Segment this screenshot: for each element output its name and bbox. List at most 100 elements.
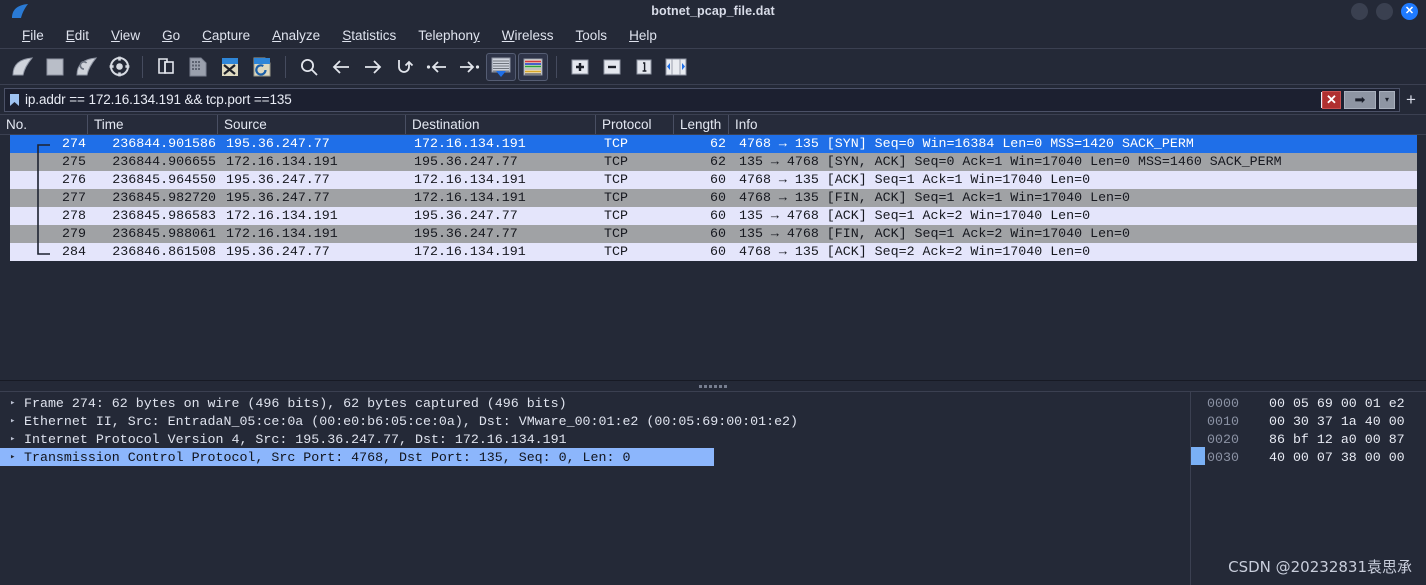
detail-row-ipv4[interactable]: ▸ Internet Protocol Version 4, Src: 195.… xyxy=(0,430,1190,448)
close-button[interactable]: ✕ xyxy=(1401,3,1418,20)
packet-row-276[interactable]: 276 236845.964550 195.36.247.77 172.16.1… xyxy=(10,171,1417,189)
packet-time: 236845.964550 xyxy=(112,172,216,187)
detail-row-tcp[interactable]: ▸ Transmission Control Protocol, Src Por… xyxy=(0,448,714,466)
column-header-time[interactable]: Time xyxy=(88,115,218,134)
minimize-button[interactable] xyxy=(1351,3,1368,20)
filter-bookmark-icon[interactable] xyxy=(9,93,20,107)
hex-row[interactable]: 0010 00 30 37 1a 40 00 xyxy=(1207,412,1426,430)
hex-row[interactable]: 0030 40 00 07 38 00 00 xyxy=(1207,448,1426,466)
window-title: botnet_pcap_file.dat xyxy=(651,4,775,18)
toolbar-separator xyxy=(285,55,286,78)
menu-item-file[interactable]: File xyxy=(11,26,55,46)
start-capture-fin-icon[interactable] xyxy=(8,53,38,81)
packet-source: 195.36.247.77 xyxy=(226,244,330,259)
packet-no: 276 xyxy=(62,172,86,187)
menu-item-analyze[interactable]: Analyze xyxy=(261,26,331,46)
find-packet-search-icon[interactable] xyxy=(294,53,324,81)
packet-protocol: TCP xyxy=(604,226,628,241)
go-to-last-packet-icon[interactable] xyxy=(454,53,484,81)
packet-protocol: TCP xyxy=(604,244,628,259)
go-to-packet-icon[interactable] xyxy=(390,53,420,81)
expand-triangle-icon[interactable]: ▸ xyxy=(10,416,24,426)
auto-scroll-icon[interactable] xyxy=(486,52,516,81)
column-header-source[interactable]: Source xyxy=(218,115,406,134)
toolbar-separator xyxy=(556,55,557,78)
packet-info: 4768 → 135 [FIN, ACK] Seq=1 Ack=1 Win=17… xyxy=(739,190,1130,205)
csdn-watermark: CSDN @20232831袁思承 xyxy=(1228,558,1412,576)
expand-triangle-icon[interactable]: ▸ xyxy=(10,452,24,462)
go-forward-arrow-icon[interactable] xyxy=(358,53,388,81)
packet-list-rows: 274 236844.901586 195.36.247.77 172.16.1… xyxy=(0,135,1426,261)
expand-triangle-icon[interactable]: ▸ xyxy=(10,398,24,408)
hex-bytes: 40 00 07 38 00 00 xyxy=(1269,449,1405,465)
packet-destination: 172.16.134.191 xyxy=(414,244,526,259)
packet-no: 277 xyxy=(62,190,86,205)
column-header-destination[interactable]: Destination xyxy=(406,115,596,134)
zoom-in-icon[interactable] xyxy=(565,53,595,81)
packet-row-278[interactable]: 278 236845.986583 172.16.134.191 195.36.… xyxy=(10,207,1417,225)
menu-item-view[interactable]: View xyxy=(100,26,151,46)
colorize-packets-icon[interactable] xyxy=(518,52,548,81)
menu-item-capture[interactable]: Capture xyxy=(191,26,261,46)
packet-info: 135 → 4768 [SYN, ACK] Seq=0 Ack=1 Win=17… xyxy=(739,154,1282,169)
menu-item-help[interactable]: Help xyxy=(618,26,668,46)
packet-info: 4768 → 135 [SYN] Seq=0 Win=16384 Len=0 M… xyxy=(739,136,1194,151)
hex-offset: 0030 xyxy=(1207,449,1239,465)
menu-item-wireless[interactable]: Wireless xyxy=(491,26,565,46)
detail-row-frame[interactable]: ▸ Frame 274: 62 bytes on wire (496 bits)… xyxy=(0,394,1190,412)
reload-file-icon[interactable] xyxy=(247,53,277,81)
packet-row-275[interactable]: 275 236844.906655 172.16.134.191 195.36.… xyxy=(10,153,1417,171)
menu-item-telephony[interactable]: Telephony xyxy=(407,26,491,46)
packet-time: 236846.861508 xyxy=(112,244,216,259)
packet-no: 284 xyxy=(62,244,86,259)
packet-row-277[interactable]: 277 236845.982720 195.36.247.77 172.16.1… xyxy=(10,189,1417,207)
packet-source: 172.16.134.191 xyxy=(226,208,338,223)
column-header-no[interactable]: No. xyxy=(0,115,88,134)
packet-list-header: No. Time Source Destination Protocol Len… xyxy=(0,115,1426,135)
stop-capture-square-icon[interactable] xyxy=(40,53,70,81)
clear-filter-button[interactable]: ✕ xyxy=(1322,90,1341,109)
column-header-length[interactable]: Length xyxy=(674,115,729,134)
packet-info: 135 → 4768 [ACK] Seq=1 Ack=2 Win=17040 L… xyxy=(739,208,1091,223)
menu-item-go[interactable]: Go xyxy=(151,26,191,46)
hex-row[interactable]: 0020 86 bf 12 a0 00 87 xyxy=(1207,430,1426,448)
restart-capture-icon[interactable] xyxy=(72,53,102,81)
open-file-icon[interactable] xyxy=(151,53,181,81)
display-filter-input[interactable]: ip.addr == 172.16.134.191 && tcp.port ==… xyxy=(4,87,1400,112)
close-file-icon[interactable] xyxy=(215,53,245,81)
go-back-arrow-icon[interactable] xyxy=(326,53,356,81)
maximize-button[interactable] xyxy=(1376,3,1393,20)
packet-source: 195.36.247.77 xyxy=(226,190,330,205)
packet-protocol: TCP xyxy=(604,136,628,151)
detail-text: Internet Protocol Version 4, Src: 195.36… xyxy=(24,431,567,447)
save-file-icon[interactable] xyxy=(183,53,213,81)
filter-history-dropdown[interactable]: ▾ xyxy=(1379,90,1395,109)
capture-options-gear-icon[interactable] xyxy=(104,53,134,81)
packet-details-pane: ▸ Frame 274: 62 bytes on wire (496 bits)… xyxy=(0,392,1190,585)
packet-list-pane: No. Time Source Destination Protocol Len… xyxy=(0,115,1426,261)
expand-triangle-icon[interactable]: ▸ xyxy=(10,434,24,444)
column-header-info[interactable]: Info xyxy=(729,115,1426,134)
add-filter-button[interactable]: + xyxy=(1400,91,1422,108)
packet-row-279[interactable]: 279 236845.988061 172.16.134.191 195.36.… xyxy=(10,225,1417,243)
zoom-reset-icon[interactable] xyxy=(629,53,659,81)
zoom-out-icon[interactable] xyxy=(597,53,627,81)
packet-length: 62 xyxy=(710,154,726,169)
menu-item-statistics[interactable]: Statistics xyxy=(331,26,407,46)
menu-bar: File Edit View Go Capture Analyze Statis… xyxy=(0,24,1426,49)
pane-splitter-handle[interactable] xyxy=(0,380,1426,392)
packet-row-274[interactable]: 274 236844.901586 195.36.247.77 172.16.1… xyxy=(10,135,1417,153)
menu-item-tools[interactable]: Tools xyxy=(565,26,619,46)
go-to-first-packet-icon[interactable] xyxy=(422,53,452,81)
packet-source: 195.36.247.77 xyxy=(226,172,330,187)
resize-columns-icon[interactable] xyxy=(661,53,691,81)
menu-item-edit[interactable]: Edit xyxy=(55,26,100,46)
apply-filter-button[interactable]: ➡ xyxy=(1344,90,1376,109)
hex-row[interactable]: 0000 00 05 69 00 01 e2 xyxy=(1207,394,1426,412)
detail-row-ethernet[interactable]: ▸ Ethernet II, Src: EntradaN_05:ce:0a (0… xyxy=(0,412,1190,430)
packet-length: 60 xyxy=(710,190,726,205)
column-header-protocol[interactable]: Protocol xyxy=(596,115,674,134)
packet-row-284[interactable]: 284 236846.861508 195.36.247.77 172.16.1… xyxy=(10,243,1417,261)
bottom-panes: ▸ Frame 274: 62 bytes on wire (496 bits)… xyxy=(0,392,1426,585)
toolbar-separator xyxy=(142,55,143,78)
